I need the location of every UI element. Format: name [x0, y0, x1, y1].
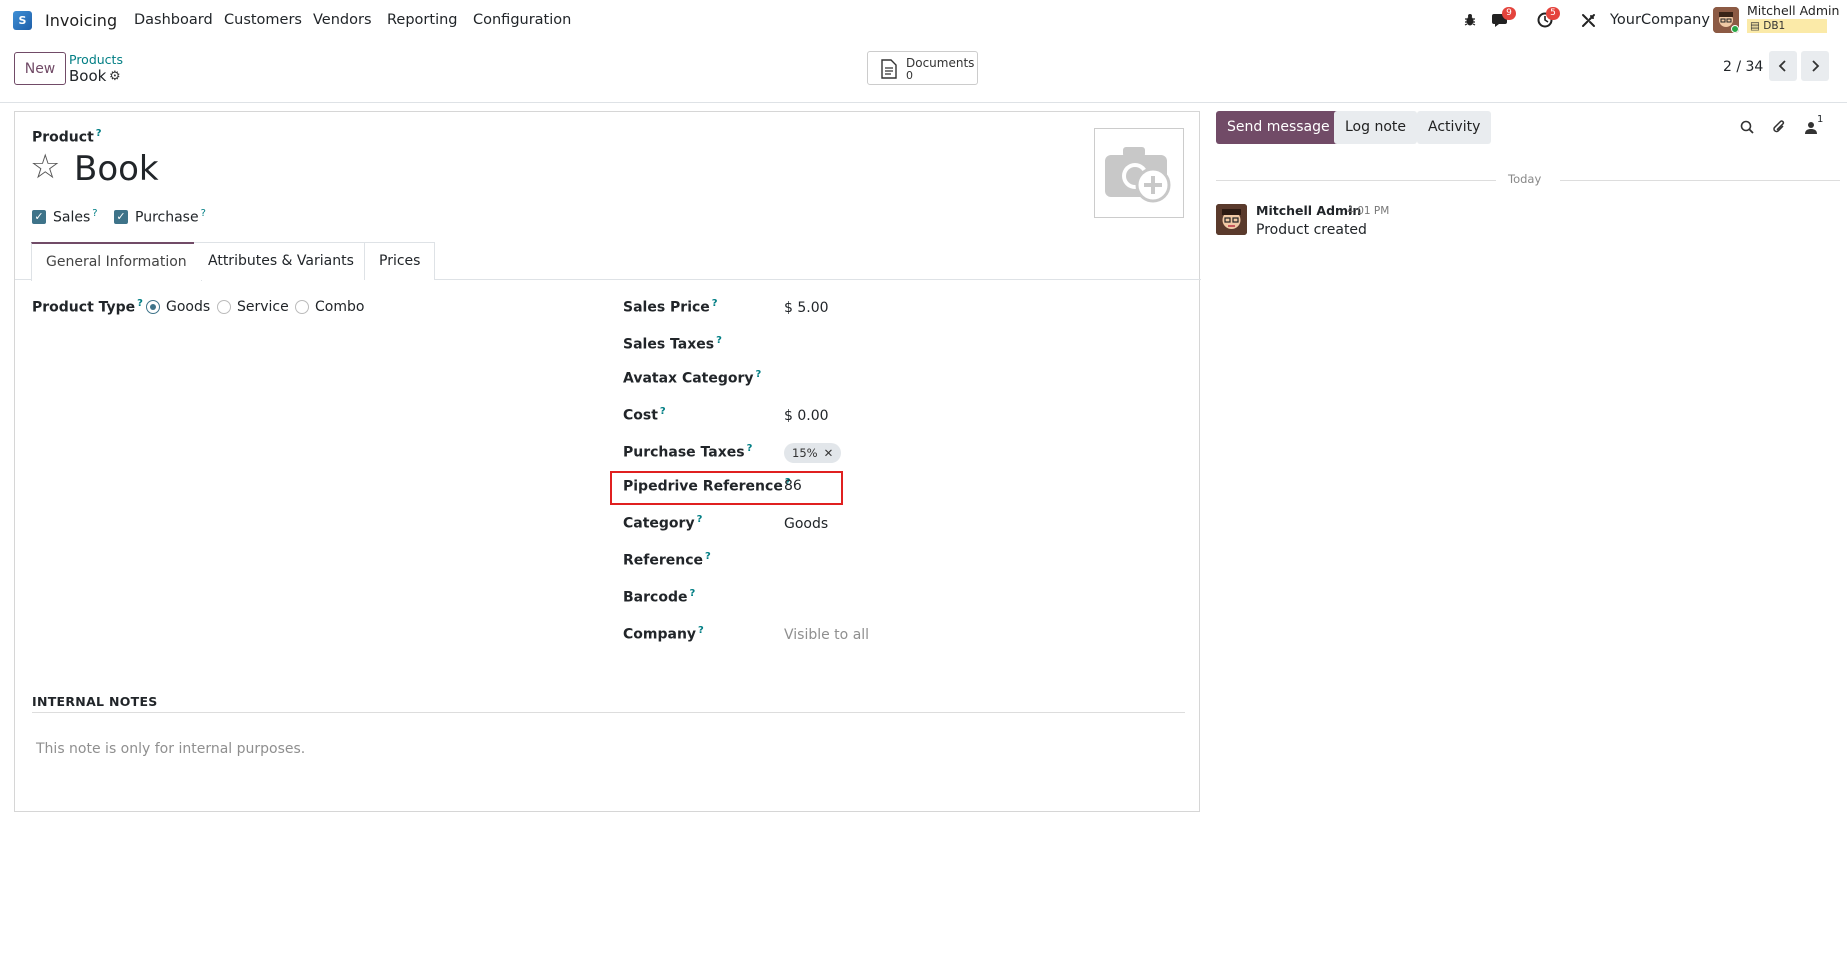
message-body: Product created: [1256, 222, 1367, 238]
check-icon: ✓: [32, 209, 46, 224]
bug-icon[interactable]: [1460, 10, 1480, 30]
barcode-input[interactable]: [784, 588, 1034, 608]
followers-icon[interactable]: 1: [1802, 114, 1823, 136]
menu-customers[interactable]: Customers: [224, 12, 302, 28]
send-message-button[interactable]: Send message: [1216, 111, 1341, 144]
activity-badge: 5: [1546, 7, 1560, 20]
top-navbar: S Invoicing Dashboard Customers Vendors …: [0, 0, 1847, 41]
sales-price-label: Sales Price?: [623, 298, 718, 316]
control-panel: New Products Book ⚙ Documents 0 2 / 34: [0, 41, 1847, 103]
chat-badge: 9: [1502, 7, 1516, 20]
pager-next-button[interactable]: [1801, 51, 1829, 81]
document-icon: [881, 59, 897, 79]
chatter-panel: Send message Log note Activity 1 Today M…: [1215, 103, 1847, 963]
notes-divider: [32, 712, 1185, 713]
tab-attributes-variants[interactable]: Attributes & Variants: [194, 242, 369, 280]
log-note-button[interactable]: Log note: [1334, 111, 1417, 144]
tab-general-information[interactable]: General Information: [31, 242, 202, 281]
avatax-category-input[interactable]: [784, 369, 1034, 389]
avatax-category-label: Avatax Category?: [623, 369, 762, 387]
category-label: Category?: [623, 514, 703, 532]
company-input[interactable]: Visible to all: [784, 627, 869, 643]
sales-checkbox[interactable]: ✓ Sales?: [32, 208, 98, 226]
tax-tag[interactable]: 15% ✕: [784, 443, 842, 463]
tools-icon[interactable]: [1578, 10, 1598, 30]
followers-count: 1: [1817, 114, 1824, 125]
category-input[interactable]: Goods: [784, 516, 828, 532]
product-name-input[interactable]: Book: [74, 149, 159, 189]
message-avatar[interactable]: [1216, 204, 1247, 235]
documents-button[interactable]: Documents 0: [867, 51, 978, 85]
highlight-box: [610, 471, 843, 505]
radio-goods[interactable]: Goods: [146, 299, 210, 315]
documents-count: 0: [906, 69, 913, 82]
star-icon[interactable]: ☆: [30, 150, 60, 184]
sales-taxes-input[interactable]: [784, 335, 1034, 355]
sales-label: Sales?: [53, 208, 98, 226]
radio-empty-icon: [295, 300, 309, 314]
purchase-taxes-label: Purchase Taxes?: [623, 443, 753, 461]
app-logo-icon[interactable]: S: [13, 11, 32, 30]
radio-selected-icon: [146, 300, 160, 314]
app-name[interactable]: Invoicing: [45, 11, 117, 30]
radio-service[interactable]: Service: [217, 299, 289, 315]
chat-icon[interactable]: 9: [1491, 7, 1516, 30]
new-button[interactable]: New: [14, 52, 66, 85]
barcode-label: Barcode?: [623, 588, 696, 606]
close-icon[interactable]: ✕: [824, 443, 834, 463]
chevron-right-icon: [1812, 60, 1820, 72]
clock-icon[interactable]: 5: [1535, 7, 1560, 30]
separator-line: [1216, 180, 1496, 181]
purchase-checkbox[interactable]: ✓ Purchase?: [114, 208, 206, 226]
menu-dashboard[interactable]: Dashboard: [134, 12, 213, 28]
radio-empty-icon: [217, 300, 231, 314]
separator-line: [1560, 180, 1840, 181]
message-time: 4:01 PM: [1347, 205, 1390, 217]
camera-plus-icon: [1105, 147, 1171, 203]
day-separator: Today: [1502, 172, 1548, 186]
reference-input[interactable]: [784, 551, 1034, 571]
documents-label: Documents: [906, 56, 975, 70]
breadcrumb-parent[interactable]: Products: [69, 52, 123, 67]
menu-reporting[interactable]: Reporting: [387, 12, 458, 28]
pager-value[interactable]: 2 / 34: [1723, 59, 1763, 75]
internal-notes-title: INTERNAL NOTES: [32, 694, 158, 709]
database-badge: ▤ DB1: [1747, 19, 1827, 33]
reference-label: Reference?: [623, 551, 711, 569]
internal-notes-input[interactable]: This note is only for internal purposes.: [36, 741, 305, 757]
user-name[interactable]: Mitchell Admin: [1747, 3, 1839, 18]
cost-label: Cost?: [623, 406, 666, 424]
menu-configuration[interactable]: Configuration: [473, 12, 571, 28]
tabs-bar: General Information Attributes & Variant…: [15, 242, 1201, 281]
chevron-left-icon: [1778, 60, 1786, 72]
breadcrumb-current: Book: [69, 67, 107, 85]
product-image-upload[interactable]: [1094, 128, 1184, 218]
pager-previous-button[interactable]: [1769, 51, 1797, 81]
message-author[interactable]: Mitchell Admin: [1256, 203, 1361, 218]
database-icon: ▤: [1750, 20, 1764, 32]
tab-prices[interactable]: Prices: [364, 242, 436, 280]
purchase-label: Purchase?: [135, 208, 206, 226]
user-avatar[interactable]: [1713, 7, 1739, 33]
company-switcher[interactable]: YourCompany: [1610, 12, 1710, 28]
cost-input[interactable]: $ 0.00: [784, 408, 829, 424]
check-icon: ✓: [114, 209, 128, 224]
paperclip-icon[interactable]: [1770, 118, 1788, 136]
company-label: Company?: [623, 625, 704, 643]
product-label: Product?: [32, 128, 102, 146]
sales-taxes-label: Sales Taxes?: [623, 335, 722, 353]
search-icon[interactable]: [1738, 118, 1756, 136]
menu-vendors[interactable]: Vendors: [313, 12, 372, 28]
radio-combo[interactable]: Combo: [295, 299, 364, 315]
activity-button[interactable]: Activity: [1417, 111, 1492, 144]
form-sheet: Product? ☆ Book ✓ Sales? ✓ Purchase? Gen…: [14, 111, 1201, 812]
product-type-label: Product Type?: [32, 298, 143, 316]
gear-icon[interactable]: ⚙: [109, 69, 121, 84]
database-name: DB1: [1763, 20, 1786, 32]
sales-price-input[interactable]: $ 5.00: [784, 300, 829, 316]
